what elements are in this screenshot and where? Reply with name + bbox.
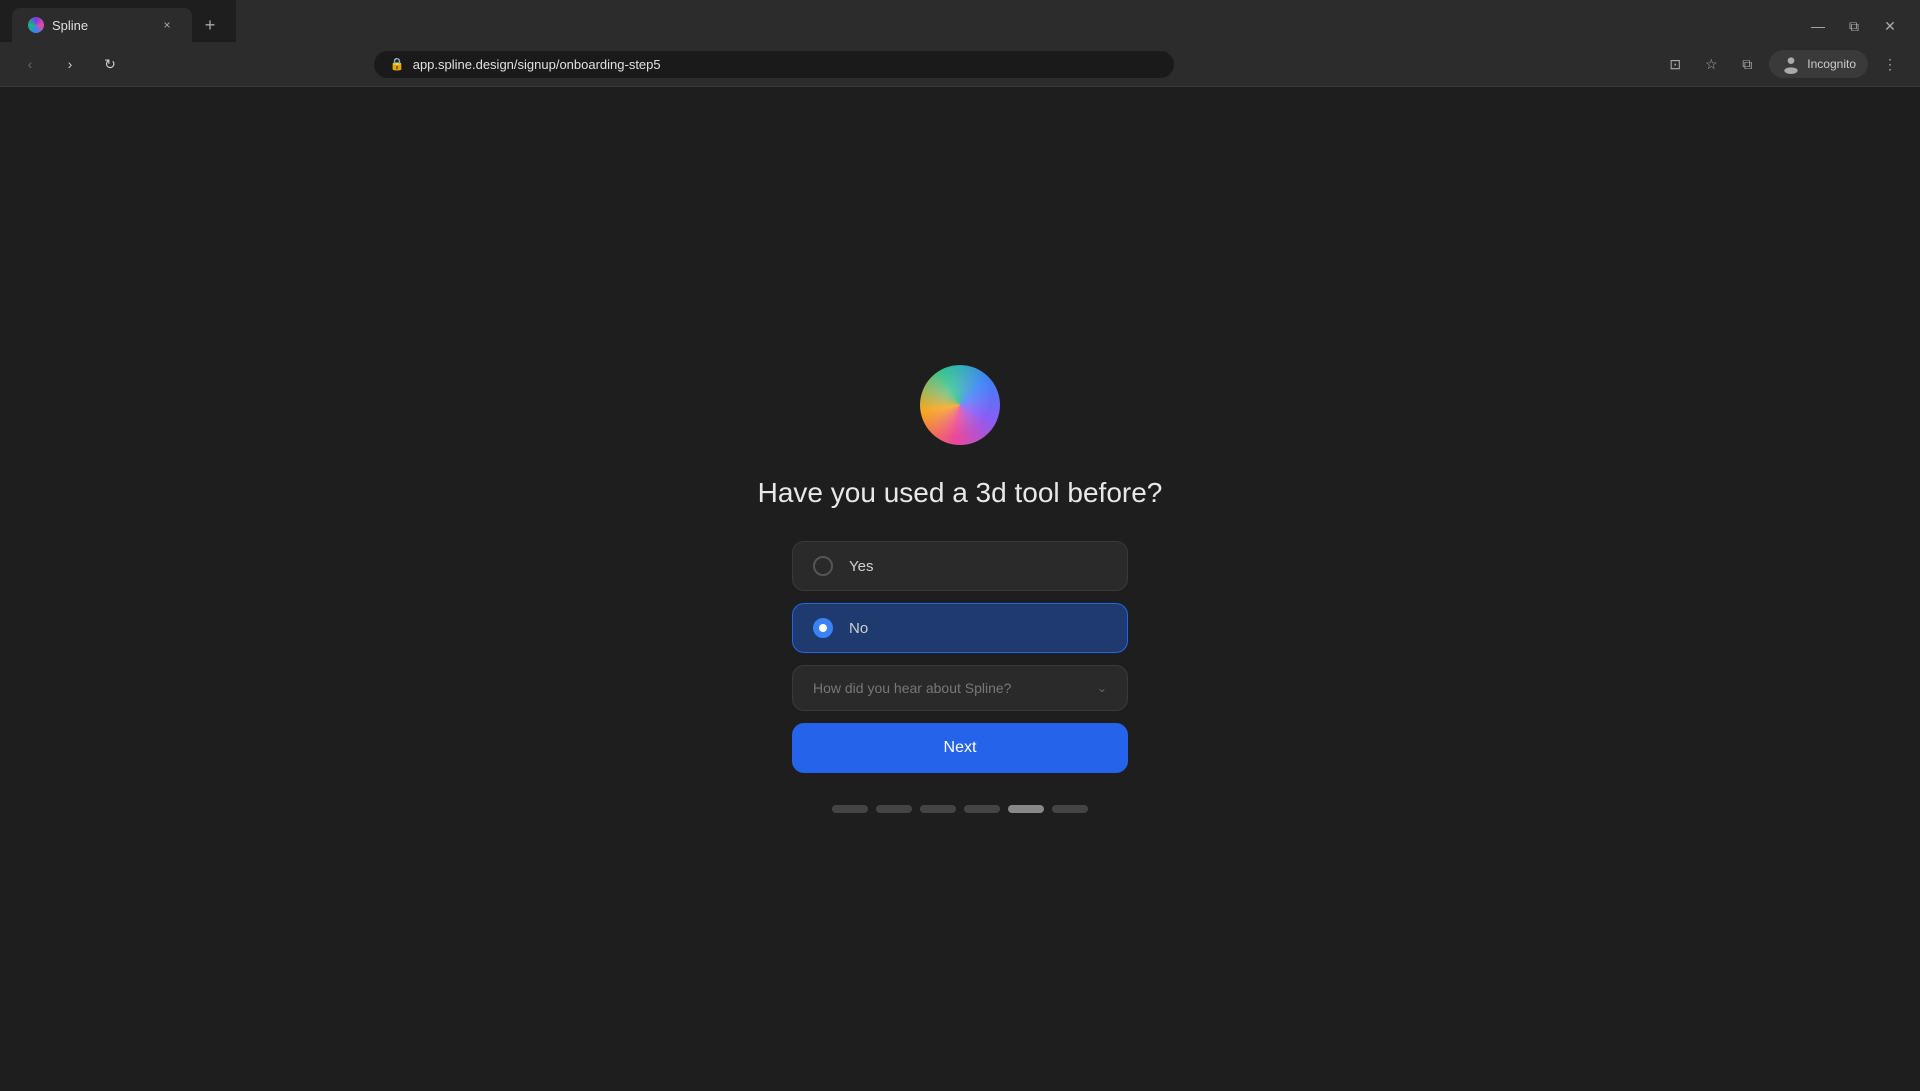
address-bar[interactable]: 🔒 app.spline.design/signup/onboarding-st…: [374, 51, 1174, 78]
next-button[interactable]: Next: [792, 723, 1128, 773]
chevron-down-icon: ⌄: [1097, 681, 1107, 695]
hear-about-dropdown[interactable]: How did you hear about Spline? ⌄: [792, 665, 1128, 711]
minimize-button[interactable]: —: [1804, 12, 1832, 40]
maximize-button[interactable]: ⧉: [1840, 12, 1868, 40]
url-text: app.spline.design/signup/onboarding-step…: [413, 57, 661, 72]
option-yes-label: Yes: [849, 558, 873, 575]
incognito-label: Incognito: [1807, 57, 1856, 71]
forward-button[interactable]: ›: [56, 50, 84, 78]
progress-dot-3: [920, 805, 956, 813]
tab-favicon: [28, 17, 44, 33]
tab-title: Spline: [52, 18, 150, 33]
menu-button[interactable]: ⋮: [1876, 50, 1904, 78]
incognito-badge[interactable]: Incognito: [1769, 50, 1868, 78]
progress-dot-4: [964, 805, 1000, 813]
reload-button[interactable]: ↻: [96, 50, 124, 78]
dropdown-placeholder: How did you hear about Spline?: [813, 680, 1011, 696]
options-container: Yes No: [792, 541, 1128, 653]
progress-dot-1: [832, 805, 868, 813]
bookmark-icon[interactable]: ☆: [1697, 50, 1725, 78]
progress-dot-2: [876, 805, 912, 813]
option-no-label: No: [849, 620, 868, 637]
cast-icon[interactable]: ⊡: [1661, 50, 1689, 78]
close-window-button[interactable]: ✕: [1876, 12, 1904, 40]
toolbar-actions: ⊡ ☆ ⧉ Incognito ⋮: [1661, 50, 1904, 78]
option-no[interactable]: No: [792, 603, 1128, 653]
window-controls: — ⧉ ✕: [1804, 12, 1904, 40]
new-tab-button[interactable]: +: [196, 11, 224, 39]
radio-no: [813, 618, 833, 638]
lock-icon: 🔒: [390, 57, 405, 71]
radio-yes: [813, 556, 833, 576]
progress-dot-5: [1008, 805, 1044, 813]
main-content: Have you used a 3d tool before? Yes No H…: [0, 87, 1920, 1091]
option-yes[interactable]: Yes: [792, 541, 1128, 591]
browser-chrome: Spline × + — ⧉ ✕ ‹ › ↻ 🔒 app.spline.desi…: [0, 0, 1920, 87]
tab-close-button[interactable]: ×: [158, 16, 176, 34]
logo-sphere: [920, 365, 1000, 445]
back-button[interactable]: ‹: [16, 50, 44, 78]
tab-bar: Spline × +: [0, 0, 236, 42]
progress-dot-6: [1052, 805, 1088, 813]
progress-dots: [832, 805, 1088, 813]
incognito-icon: [1781, 54, 1801, 74]
browser-tab[interactable]: Spline ×: [12, 8, 192, 42]
sidebar-icon[interactable]: ⧉: [1733, 50, 1761, 78]
question-title: Have you used a 3d tool before?: [758, 477, 1163, 509]
tab-bar-wrapper: Spline × + — ⧉ ✕: [0, 0, 1920, 42]
browser-toolbar: ‹ › ↻ 🔒 app.spline.design/signup/onboard…: [0, 42, 1920, 86]
